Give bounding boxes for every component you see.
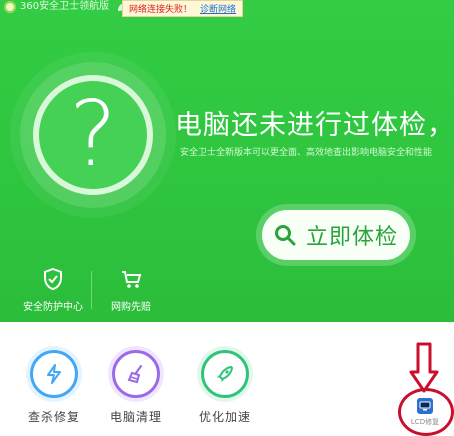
tool-label: 优化加速 [198, 410, 251, 424]
checkup-subtext: 安全卫士全新版本可以更全面、高效地查出影响电脑安全和性能 [180, 148, 433, 158]
lightning-icon [30, 350, 78, 398]
feature-label: 网购先赔 [111, 302, 151, 313]
lcd-repair-tool[interactable]: LCD修复 [409, 398, 441, 427]
feature-shopping-insurance[interactable]: 网购先赔 [96, 266, 166, 313]
feature-label: 安全防护中心 [23, 302, 83, 313]
main-hero: 360安全卫士领航版 网络连接失败！ 诊断网络 ? 电脑还未进行过体检，建 安全… [0, 0, 454, 322]
alert-message: 网络连接失败！ [129, 5, 193, 15]
lcd-icon [417, 398, 433, 414]
app-title: 360安全卫士领航版 [20, 1, 110, 12]
app-logo [4, 1, 16, 13]
cart-icon [96, 266, 166, 292]
rocket-icon [201, 350, 249, 398]
lcd-repair-label: LCD修复 [410, 418, 440, 426]
search-icon [274, 224, 296, 246]
tool-pc-cleanup[interactable]: 电脑清理 [103, 350, 169, 425]
annotation-arrow-icon [409, 342, 439, 393]
start-checkup-label: 立即体检 [305, 225, 398, 250]
checkup-headline: 电脑还未进行过体检，建 [175, 110, 454, 141]
tool-scan-repair[interactable]: 查杀修复 [21, 350, 87, 425]
tool-label: 电脑清理 [109, 410, 162, 424]
title-bar: 360安全卫士领航版 [4, 0, 129, 14]
start-checkup-button[interactable]: 立即体检 [262, 210, 410, 260]
feature-divider [91, 271, 92, 309]
broom-icon [112, 350, 160, 398]
diagnose-network-link[interactable]: 诊断网络 [200, 2, 236, 15]
shield-icon [18, 266, 88, 292]
feature-security-center[interactable]: 安全防护中心 [18, 266, 88, 313]
network-alert: 网络连接失败！ 诊断网络 [122, 0, 244, 17]
tool-label: 查杀修复 [27, 410, 80, 424]
question-mark-icon: ? [69, 82, 117, 187]
tool-optimize-speedup[interactable]: 优化加速 [192, 350, 258, 425]
